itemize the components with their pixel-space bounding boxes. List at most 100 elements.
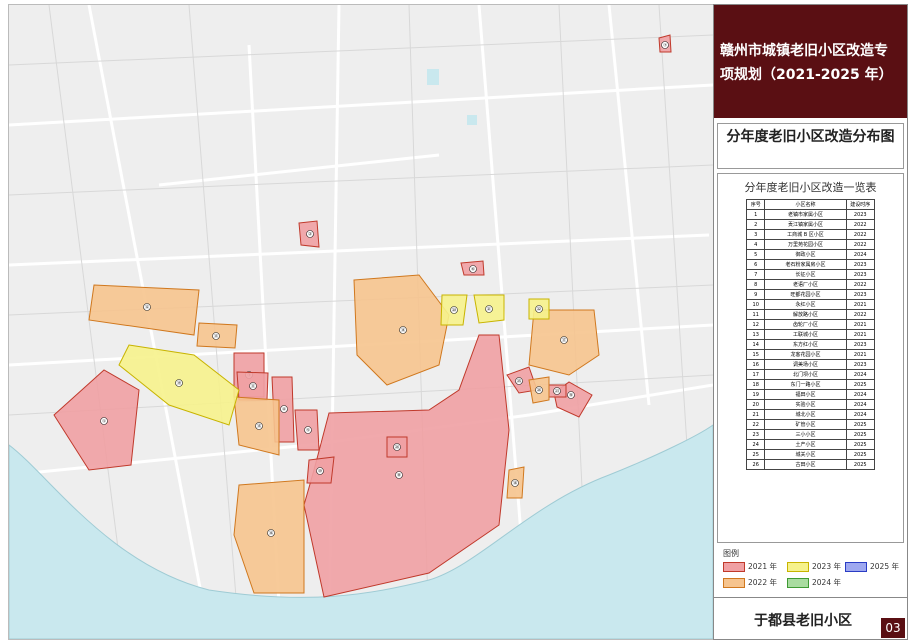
footer-title: 于都县老旧小区: [754, 613, 852, 629]
sidebar: 赣州市城镇老旧小区改造专项规划（2021-2025 年） 分年度老旧小区改造分布…: [713, 4, 908, 640]
zone-label: ⑥: [471, 267, 475, 273]
row-index: 16: [745, 359, 766, 370]
row-name: 北门坝小区: [764, 369, 847, 380]
row-year: 2022: [845, 239, 876, 250]
row-index: 3: [745, 229, 766, 240]
row-index: 7: [745, 269, 766, 280]
table-row: 11 解放路小区 2022: [745, 309, 876, 320]
table-row: 6 老石粉家属房小区 2023: [745, 259, 876, 270]
row-index: 2: [745, 219, 766, 230]
row-year: 2025: [845, 449, 876, 460]
row-year: 2022: [845, 309, 876, 320]
row-index: 8: [745, 279, 766, 290]
zone-label: ⑬: [214, 333, 219, 340]
table-row: 15 龙客花园小区 2021: [745, 349, 876, 360]
row-name: 齿轮厂小区: [764, 319, 847, 330]
row-year: 2021: [845, 329, 876, 340]
table-row: 9 旺都花园小区 2023: [745, 289, 876, 300]
table-row: 13 工联城小区 2021: [745, 329, 876, 340]
row-index: 10: [745, 299, 766, 310]
row-name: 老镇市家属小区: [764, 209, 847, 220]
row-name: 老石粉家属房小区: [764, 259, 847, 270]
row-index: 14: [745, 339, 766, 350]
row-index: 19: [745, 389, 766, 400]
table-row: 24 土产小区 2025: [745, 439, 876, 450]
row-name: 老语厂小区: [764, 279, 847, 290]
row-year: 2025: [845, 439, 876, 450]
row-year: 2023: [845, 259, 876, 270]
zone-label: ⑳: [452, 307, 457, 314]
table-row: 1 老镇市家属小区 2023: [745, 209, 876, 220]
row-year: 2025: [845, 459, 876, 470]
map-subtitle: 分年度老旧小区改造分布图: [717, 123, 904, 169]
legend-title: 图例: [723, 549, 739, 558]
legend-swatch: [787, 562, 809, 572]
table-header-row: 序号 小区名称 建设时序: [745, 199, 876, 210]
row-index: 12: [745, 319, 766, 330]
row-name: 城关小区: [764, 449, 847, 460]
row-name: 东方红小区: [764, 339, 847, 350]
table-body: 1 老镇市家属小区 2023 2 贡江镇家属小区 2022 3 工商城 B 区小区 2022 4 万…: [745, 209, 876, 470]
row-year: 2023: [845, 209, 876, 220]
row-year: 2021: [845, 299, 876, 310]
row-name: 永红小区: [764, 299, 847, 310]
row-name: 三小小区: [764, 429, 847, 440]
zone-label: ⑱: [513, 480, 518, 487]
legend-item-2023: 2023 年: [787, 562, 841, 572]
table-row: 14 东方红小区 2023: [745, 339, 876, 350]
plan-title: 赣州市城镇老旧小区改造专项规划（2021-2025 年）: [714, 5, 907, 118]
pond: [467, 115, 477, 125]
legend-swatch: [845, 562, 867, 572]
legend-swatch: [787, 578, 809, 588]
table-row: 21 城北小区 2024: [745, 409, 876, 420]
table-row: 10 永红小区 2021: [745, 299, 876, 310]
zone-label: ㉖: [537, 387, 542, 394]
row-index: 1: [745, 209, 766, 220]
row-year: 2022: [845, 279, 876, 290]
row-year: 2022: [845, 229, 876, 240]
row-year: 2023: [845, 359, 876, 370]
zone-label: ①: [102, 419, 106, 425]
map-panel[interactable]: ①②③④⑤⑥⑦⑧⑨⑩⑪⑫⑬⑭⑮⑯⑰⑱⑲⑳㉑㉒㉓㉔㉕㉖: [8, 4, 714, 640]
table-row: 17 北门坝小区 2024: [745, 369, 876, 380]
zone-label: ㉔: [395, 444, 400, 451]
row-index: 18: [745, 379, 766, 390]
zone-label: ⑭: [401, 327, 406, 334]
row-name: 工联城小区: [764, 329, 847, 340]
page-number: 03: [881, 618, 905, 638]
table-row: 26 古田小区 2025: [745, 459, 876, 470]
row-name: 古田小区: [764, 459, 847, 470]
table-row: 4 万里苑花园小区 2022: [745, 239, 876, 250]
legend-item-2022: 2022 年: [723, 578, 777, 588]
row-year: 2023: [845, 289, 876, 300]
zone-label: ⑪: [251, 383, 256, 390]
row-index: 6: [745, 259, 766, 270]
row-name: 御政小区: [764, 249, 847, 260]
row-name: 龙客花园小区: [764, 349, 847, 360]
map-canvas[interactable]: ①②③④⑤⑥⑦⑧⑨⑩⑪⑫⑬⑭⑮⑯⑰⑱⑲⑳㉑㉒㉓㉔㉕㉖: [9, 5, 713, 639]
row-name: 解放路小区: [764, 309, 847, 320]
row-index: 21: [745, 409, 766, 420]
table-row: 19 福田小区 2024: [745, 389, 876, 400]
table-row: 5 御政小区 2024: [745, 249, 876, 260]
row-year: 2024: [845, 369, 876, 380]
table-row: 16 调美场小区 2023: [745, 359, 876, 370]
row-index: 23: [745, 429, 766, 440]
row-year: 2024: [845, 399, 876, 410]
zone-label: ②: [308, 232, 312, 238]
row-name: 福田小区: [764, 389, 847, 400]
row-index: 26: [745, 459, 766, 470]
row-year: 2023: [845, 269, 876, 280]
row-index: 11: [745, 309, 766, 320]
zone-label: ㉕: [517, 378, 522, 385]
legend-swatch: [723, 562, 745, 572]
header-index: 序号: [745, 199, 766, 210]
table-row: 22 矿管小区 2025: [745, 419, 876, 430]
row-name: 城北小区: [764, 409, 847, 420]
pond: [427, 69, 439, 85]
legend-item-2025: 2025 年: [845, 562, 899, 572]
header-name: 小区名称: [764, 199, 847, 210]
zone-label: ⑯: [269, 530, 274, 537]
table-row: 18 东门一路小区 2025: [745, 379, 876, 390]
row-name: 万里苑花园小区: [764, 239, 847, 250]
